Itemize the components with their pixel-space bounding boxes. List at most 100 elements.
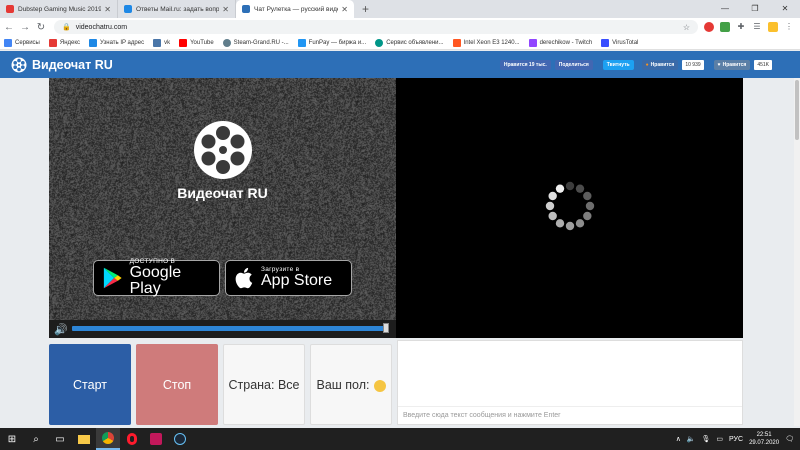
bookmark-item[interactable]: VirusTotal (601, 38, 638, 47)
youtube-icon (179, 38, 188, 47)
search-icon[interactable]: ⌕ (24, 428, 48, 450)
reload-icon[interactable]: ↻ (34, 22, 48, 33)
browser-tab[interactable]: Dubstep Gaming Music 2019 ✕ (0, 0, 118, 18)
gender-selector[interactable]: Ваш пол: (310, 344, 392, 425)
bookmark-label: Intel Xeon E3 1240... (463, 39, 520, 46)
google-play-button[interactable]: ДОСТУПНО В Google Play (93, 258, 220, 297)
adblock-extension-icon[interactable] (720, 22, 730, 32)
bookmark-item[interactable]: Узнать IP адрес (89, 38, 144, 47)
system-tray: ∧ 🔈 🎙 ▭ РУС 22:51 29.07.2020 🗨 (676, 431, 794, 447)
forward-icon[interactable]: → (18, 22, 32, 33)
puzzle-extension-icon[interactable]: ✚ (736, 22, 746, 32)
steam-icon (222, 38, 231, 47)
clock-time: 22:51 (756, 432, 772, 438)
opera-icon[interactable] (120, 428, 144, 450)
task-view-icon[interactable]: ▭ (48, 428, 72, 450)
spinner-dot (565, 181, 575, 191)
start-button[interactable]: Старт (49, 344, 131, 425)
spinner-dot (555, 219, 565, 228)
bookmarks-bar: Сервисы Яндекс Узнать IP адрес vk YouTub… (0, 36, 800, 50)
site-header: Видеочат RU Нравится 19 тыс. Поделиться … (0, 51, 800, 78)
bookmark-item[interactable]: Steam-Grand.RU -... (222, 38, 289, 47)
virustotal-icon (601, 38, 610, 47)
bookmark-item[interactable]: vk (153, 38, 171, 47)
volume-knob[interactable] (383, 323, 389, 333)
tab-close-icon[interactable]: ✕ (222, 5, 229, 14)
bookmark-item[interactable]: FunPay — биржа и... (297, 38, 367, 47)
ok-count: 10 939 (682, 59, 704, 70)
url-bar[interactable]: 🔒 videochatru.com ☆ (54, 20, 698, 34)
windows-start-icon[interactable]: ⊞ (0, 428, 24, 450)
new-tab-button[interactable]: + (354, 0, 377, 18)
apple-icon (235, 267, 253, 289)
app-icon[interactable] (144, 428, 168, 450)
bookmark-item[interactable]: YouTube (179, 38, 214, 47)
opera-extension-icon[interactable] (704, 22, 714, 32)
maximize-icon[interactable]: ❐ (740, 0, 770, 18)
language-indicator[interactable]: РУС (729, 436, 743, 443)
local-video: Видеочат RU ДОСТУПНО В Google Play Загру… (49, 78, 396, 338)
steam-icon[interactable] (168, 428, 192, 450)
volume-icon[interactable]: 🔈 (687, 435, 696, 443)
volume-bar: 🔊 (49, 320, 396, 338)
bookmark-star-icon[interactable]: ☆ (683, 23, 690, 32)
spinner-dot (575, 219, 585, 228)
country-selector[interactable]: Страна: Все (223, 344, 305, 425)
app-store-button[interactable]: Загрузите в App Store (225, 260, 352, 296)
scrollbar-thumb[interactable] (795, 80, 799, 140)
page-scrollbar[interactable] (794, 78, 800, 426)
close-window-icon[interactable]: ✕ (770, 0, 800, 18)
facebook-like-button[interactable]: Нравится 19 тыс. (499, 59, 551, 70)
speaker-icon[interactable]: 🔊 (54, 323, 68, 336)
twitter-button[interactable]: Твитнуть (602, 59, 634, 70)
clock-date: 29.07.2020 (749, 440, 780, 446)
bookmark-label: vk (164, 39, 171, 46)
bookmark-item[interactable]: Intel Xeon E3 1240... (452, 38, 520, 47)
yandex-icon (48, 38, 57, 47)
lock-icon[interactable]: 🔒 (62, 23, 71, 31)
gender-label: Ваш пол: (316, 377, 370, 392)
apps-icon (4, 38, 12, 47)
bookmark-item[interactable]: derechikow - Twitch (528, 38, 592, 47)
vk-icon (153, 38, 162, 47)
minimize-icon[interactable]: — (710, 0, 740, 18)
volume-slider[interactable] (72, 323, 389, 333)
chat-input[interactable]: Введите сюда текст сообщения и нажмите E… (398, 406, 742, 424)
notification-icon[interactable]: 🗨 (785, 435, 794, 443)
chat-panel: Введите сюда текст сообщения и нажмите E… (397, 340, 743, 425)
chrome-icon[interactable] (96, 428, 120, 450)
facebook-share-button[interactable]: Поделиться (554, 59, 593, 70)
vk-count: 451K (754, 59, 772, 70)
bookmark-label: FunPay — биржа и... (308, 39, 367, 46)
battery-icon[interactable]: ▭ (716, 435, 723, 443)
aliexpress-icon (452, 38, 461, 47)
tab-close-icon[interactable]: ✕ (341, 5, 348, 14)
bookmark-item[interactable]: Сервисы (4, 38, 40, 47)
tab-close-icon[interactable]: ✕ (104, 5, 111, 14)
browser-tab[interactable]: Ответы Mail.ru: задать вопрос ✕ (118, 0, 236, 18)
bookmark-item[interactable]: Сервис объявлени... (375, 38, 444, 47)
extension-icon[interactable] (768, 22, 778, 32)
site-logo[interactable]: Видеочат RU (11, 57, 113, 73)
list-extension-icon[interactable]: ☰ (752, 22, 762, 32)
clock[interactable]: 22:51 29.07.2020 (749, 431, 779, 447)
tray-chevron-icon[interactable]: ∧ (676, 435, 681, 443)
vk-like-button[interactable]: ♥ Нравится (713, 59, 751, 70)
tab-title: Чат Рулетка — русский видеочат (254, 5, 338, 13)
browser-tabbar: Dubstep Gaming Music 2019 ✕ Ответы Mail.… (0, 0, 800, 18)
bookmark-item[interactable]: Яндекс (48, 38, 80, 47)
face-icon (373, 379, 386, 392)
video-noise (49, 78, 396, 338)
site-title: Видеочат RU (32, 57, 113, 72)
funpay-icon (297, 38, 306, 47)
browser-tab-active[interactable]: Чат Рулетка — русский видеочат ✕ (236, 0, 354, 18)
ok-like-button[interactable]: ● Нравится (641, 59, 679, 70)
spinner-dot (548, 211, 557, 221)
microphone-icon[interactable]: 🎙 (702, 435, 711, 443)
back-icon[interactable]: ← (2, 22, 16, 33)
stop-button[interactable]: Стоп (136, 344, 218, 425)
loading-spinner-icon (545, 181, 595, 231)
file-explorer-icon[interactable] (72, 428, 96, 450)
menu-icon[interactable]: ⋮ (784, 22, 794, 32)
tab-title: Dubstep Gaming Music 2019 (18, 5, 102, 13)
